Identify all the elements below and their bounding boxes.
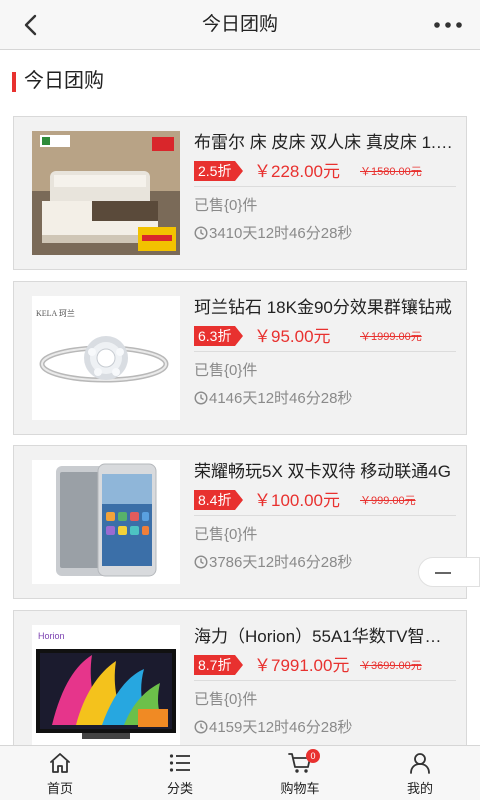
tab-cart-label: 购物车 [280,781,320,796]
tab-category[interactable]: 分类 [120,746,240,800]
product-card[interactable]: 布雷尔 床 皮床 双人床 真皮床 1.8米 2.5折 ￥228.00元 ￥158… [13,116,467,270]
home-icon [50,753,70,773]
more-dots-icon [434,22,462,28]
tab-cart[interactable]: 0 购物车 [240,746,360,800]
section-header: 今日团购 [0,50,480,112]
countdown-text: 4159天12时46分28秒 [209,719,353,736]
section-title: 今日团购 [24,70,104,92]
more-button[interactable] [432,12,464,38]
section-accent-bar [12,72,16,92]
tab-profile[interactable]: 我的 [360,746,480,800]
minus-icon [435,572,451,574]
price-row: 6.3折 ￥95.00元 ￥1999.00元 [194,324,456,352]
page-title: 今日团购 [201,14,278,35]
tv-product-image[interactable]: Horion [32,625,180,745]
group-price: ￥7991.00元 [254,656,350,675]
countdown: 3786天12时46分28秒 [194,552,352,574]
countdown: 3410天12时46分28秒 [194,223,352,245]
countdown-text: 3786天12时46分28秒 [209,554,353,571]
tab-category-label: 分类 [166,781,193,796]
tab-home-label: 首页 [46,781,73,796]
group-price: ￥228.00元 [254,162,340,181]
ring-brand-logo: KELA 珂兰 [36,308,75,318]
countdown-text: 3410天12时46分28秒 [209,225,353,242]
price-row: 8.4折 ￥100.00元 ￥999.00元 [194,488,456,516]
product-name[interactable]: 荣耀畅玩5X 双卡双待 移动联通4G [194,458,456,486]
list-icon [169,754,190,772]
sold-count: 已售{0}件 [194,691,258,708]
price-row: 8.7折 ￥7991.00元 ￥3699.00元 [194,653,456,681]
original-price: ￥1580.00元 [360,166,422,178]
bed-product-image[interactable] [32,131,180,255]
discount-badge: 8.4折 [194,490,245,510]
group-price: ￥100.00元 [254,491,340,510]
floating-menu-button[interactable] [418,557,480,587]
price-row: 2.5折 ￥228.00元 ￥1580.00元 [194,159,456,187]
product-name[interactable]: 布雷尔 床 皮床 双人床 真皮床 1.8米 [194,129,456,157]
clock-icon [194,720,208,734]
original-price: ￥3699.00元 [360,660,422,672]
product-name[interactable]: 海力（Horion）55A1华数TV智能电视 [194,623,456,651]
discount-badge: 6.3折 [194,326,245,346]
clock-icon [194,226,208,240]
user-icon [410,753,430,774]
ring-product-image[interactable]: KELA 珂兰 [32,296,180,420]
sold-count: 已售{0}件 [194,526,258,543]
bottom-tab-bar: 首页 分类 0 购物车 我的 [0,745,480,800]
tv-brand-logo: Horion [38,631,65,641]
group-price: ￥95.00元 [254,327,331,346]
product-name[interactable]: 珂兰钻石 18K金90分效果群镶钻戒 [194,294,456,322]
countdown-text: 4146天12时46分28秒 [209,390,353,407]
product-card[interactable]: Horion 海力（Horion）55A1华数TV智能电视 8.7折 ￥7991… [13,610,467,745]
product-card[interactable]: 荣耀畅玩5X 双卡双待 移动联通4G 8.4折 ￥100.00元 ￥999.00… [13,445,467,599]
original-price: ￥1999.00元 [360,331,422,343]
discount-badge: 8.7折 [194,655,245,675]
discount-badge: 2.5折 [194,161,245,181]
sold-count: 已售{0}件 [194,362,258,379]
countdown: 4159天12时46分28秒 [194,717,352,739]
product-card[interactable]: KELA 珂兰 珂兰钻石 18K金90分效果群镶钻戒 6.3折 ￥95.00元 … [13,281,467,435]
countdown: 4146天12时46分28秒 [194,388,352,410]
phone-product-image[interactable] [32,460,180,584]
tab-home[interactable]: 首页 [0,746,120,800]
clock-icon [194,391,208,405]
product-list[interactable]: 布雷尔 床 皮床 双人床 真皮床 1.8米 2.5折 ￥228.00元 ￥158… [0,112,480,745]
cart-badge: 0 [306,749,320,763]
original-price: ￥999.00元 [360,495,416,507]
top-bar: 今日团购 [0,0,480,50]
clock-icon [194,555,208,569]
tab-profile-label: 我的 [406,781,433,796]
sold-count: 已售{0}件 [194,197,258,214]
